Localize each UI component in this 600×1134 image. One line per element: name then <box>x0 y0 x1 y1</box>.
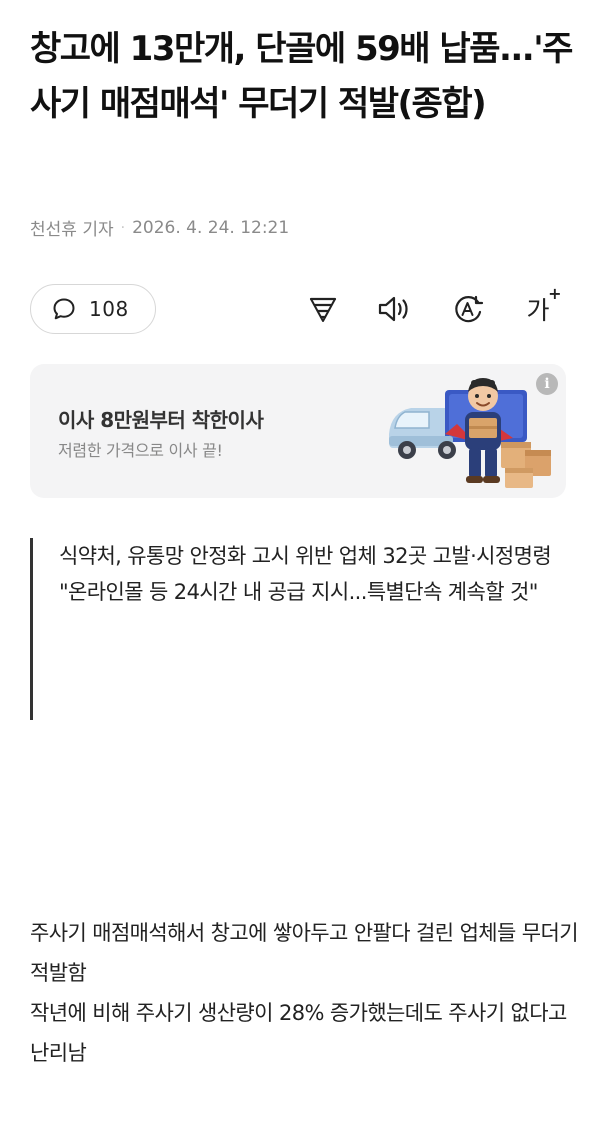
article-toolbar: 108 가 + <box>30 284 570 336</box>
summary-filter-button[interactable] <box>305 291 341 327</box>
reporter-name[interactable]: 천선휴 기자 <box>30 215 114 240</box>
publish-datetime: 2026. 4. 24. 12:21 <box>132 217 290 238</box>
summary-line: "온라인몰 등 24시간 내 공급 지시...특별단속 계속할 것" <box>59 580 538 604</box>
translate-icon <box>451 292 485 326</box>
speaker-icon <box>377 293 413 325</box>
listen-button[interactable] <box>377 291 413 327</box>
body-paragraph: 작년에 비해 주사기 생산량이 28% 증가했는데도 주사기 없다고 난리남 <box>30 1001 567 1065</box>
summary-line: 식약처, 유통망 안정화 고시 위반 업체 32곳 고발·시정명령 <box>59 544 552 568</box>
ad-subtitle: 저렴한 가격으로 이사 끝! <box>58 441 223 460</box>
moving-service-ad[interactable]: 이사 8만원부터 착한이사 저렴한 가격으로 이사 끝! i <box>30 364 566 498</box>
font-size-button[interactable]: 가 + <box>520 284 561 327</box>
ad-title: 이사 8만원부터 착한이사 <box>58 408 264 432</box>
body-paragraph: 주사기 매점매석해서 창고에 쌓아두고 안팔다 걸린 업체들 무더기 적발함 <box>30 921 579 985</box>
font-size-label: 가 <box>526 296 550 325</box>
article-title: 창고에 13만개, 단골에 59배 납품...'주사기 매점매석' 무더기 적발… <box>30 29 573 124</box>
mover-illustration <box>385 372 555 496</box>
byline-separator: · <box>120 219 126 236</box>
byline: 천선휴 기자 · 2026. 4. 24. 12:21 <box>30 215 290 241</box>
comment-count: 108 <box>89 297 129 321</box>
font-size-plus: + <box>548 284 562 303</box>
summary-filter-icon <box>307 293 339 325</box>
article-body: 주사기 매점매석해서 창고에 쌓아두고 안팔다 걸린 업체들 무더기 적발함 작… <box>30 913 579 1073</box>
comment-button[interactable]: 108 <box>30 284 156 334</box>
comment-icon <box>51 296 77 322</box>
font-size-icon: 가 + <box>526 284 561 327</box>
article-summary: 식약처, 유통망 안정화 고시 위반 업체 32곳 고발·시정명령 "온라인몰 … <box>30 538 570 720</box>
translate-button[interactable] <box>450 291 486 327</box>
